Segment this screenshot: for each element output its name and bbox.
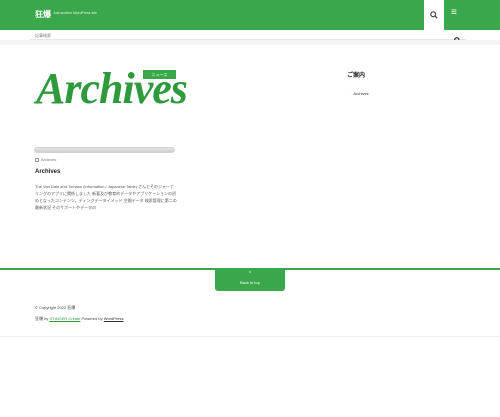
header-search-button[interactable] [424, 0, 444, 30]
post-excerpt: The Van Dale and Tomaso (Information / J… [35, 184, 177, 210]
site-title[interactable]: 狂爆 [35, 9, 51, 20]
page-bottom-area [0, 336, 500, 417]
credit-prefix: 狂爆 by [35, 316, 49, 321]
back-to-top-button[interactable]: ^ Back to top [215, 268, 285, 291]
header-divider [0, 40, 500, 45]
category-badge[interactable]: ニュース [143, 70, 176, 79]
hamburger-menu-icon: ≡ [451, 7, 457, 18]
search-input[interactable] [35, 32, 435, 38]
back-to-top-label: Back to top [239, 280, 260, 285]
search-submit-button[interactable] [454, 31, 462, 44]
theme-link[interactable]: STINGER Create [49, 316, 80, 321]
search-icon [430, 11, 438, 19]
search-bar [30, 30, 466, 44]
site-tagline: Just another WordPress site [53, 11, 97, 15]
powered-by-text: Powered by [81, 316, 103, 321]
post-date: Archives [35, 157, 56, 162]
card-divider-bar [34, 147, 175, 153]
chevron-up-icon: ^ [248, 271, 252, 277]
calendar-icon [35, 158, 39, 162]
post-date-text: Archives [41, 157, 57, 162]
sidebar-item-archives[interactable]: Archives [349, 91, 368, 96]
footer-credits: 狂爆 by STINGER Create Powered by WordPres… [35, 316, 123, 322]
wordpress-link[interactable]: WordPress [104, 316, 124, 321]
copyright-text: © Copyright 2022 狂爆 [35, 305, 76, 310]
header-menu-button[interactable]: ≡ [446, 0, 466, 30]
post-title[interactable]: Archives [35, 169, 60, 175]
sidebar-widget-title: ご案内 [347, 73, 366, 79]
site-header: 狂爆 Just another WordPress site ≡ [0, 0, 500, 30]
